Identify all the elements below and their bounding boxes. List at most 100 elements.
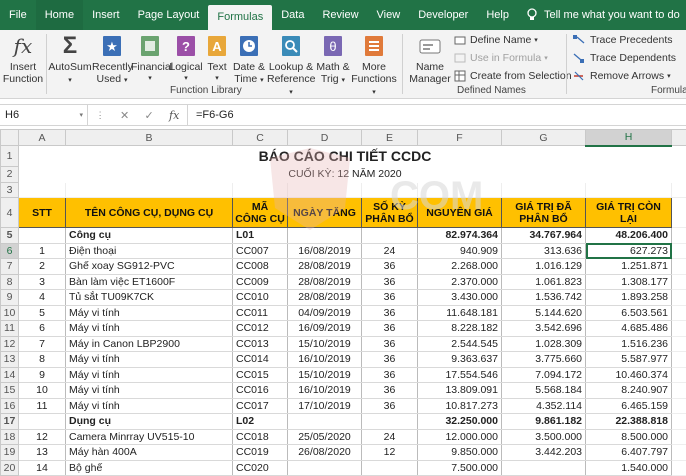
table-cell[interactable]: 16/09/2019 — [288, 321, 362, 337]
table-cell[interactable]: CC020 — [233, 460, 288, 476]
create-from-selection-button[interactable]: Create from Selection — [454, 68, 572, 84]
table-cell[interactable]: 82.974.364 — [418, 228, 502, 244]
table-cell[interactable]: 3.500.000 — [502, 429, 586, 445]
table-cell[interactable] — [502, 460, 586, 476]
trace-precedents-button[interactable]: Trace Precedents — [572, 32, 672, 48]
row-header-19[interactable]: 19 — [1, 445, 19, 461]
text-functions-button[interactable]: A Text ▾ — [203, 32, 231, 85]
row-header-13[interactable]: 13 — [1, 352, 19, 368]
autosum-button[interactable]: Σ AutoSum ▾ — [48, 32, 92, 87]
insert-function-icon[interactable]: fx — [169, 109, 179, 122]
empty-cell[interactable] — [672, 259, 686, 275]
table-cell[interactable]: Máy vi tính — [66, 398, 233, 414]
empty-cell[interactable] — [672, 429, 686, 445]
empty-cell[interactable] — [672, 367, 686, 383]
formula-input[interactable]: =F6-G6 — [196, 105, 234, 126]
table-cell[interactable]: Camera Minrray UV515-10 — [66, 429, 233, 445]
table-cell[interactable]: Máy vi tính — [66, 383, 233, 399]
empty-cell[interactable] — [672, 321, 686, 337]
empty-cell[interactable] — [672, 146, 686, 167]
row-header-15[interactable]: 15 — [1, 383, 19, 399]
table-cell[interactable]: 1.893.258 — [586, 290, 672, 306]
row-header-14[interactable]: 14 — [1, 367, 19, 383]
column-header-e[interactable]: E — [362, 130, 418, 146]
table-cell[interactable]: 9.861.182 — [502, 414, 586, 430]
table-cell[interactable]: 9.850.000 — [418, 445, 502, 461]
table-cell[interactable]: 313.636 — [502, 243, 586, 259]
empty-cell[interactable] — [288, 182, 362, 198]
table-cell[interactable]: 10.817.273 — [418, 398, 502, 414]
name-box[interactable]: H6▾ — [0, 105, 88, 126]
empty-cell[interactable] — [672, 336, 686, 352]
table-cell[interactable]: Máy vi tính — [66, 367, 233, 383]
row-header-3[interactable]: 3 — [1, 182, 19, 198]
table-cell[interactable]: 14 — [19, 460, 66, 476]
empty-cell[interactable] — [362, 182, 418, 198]
report-subtitle[interactable]: CUỐI KỲ: 12 NĂM 2020 — [19, 167, 672, 183]
table-cell[interactable]: 5.587.977 — [586, 352, 672, 368]
table-cell[interactable]: CC015 — [233, 367, 288, 383]
table-cell[interactable]: 1.540.000 — [586, 460, 672, 476]
table-header-cell[interactable]: STT — [19, 198, 66, 228]
table-cell[interactable]: 24 — [362, 429, 418, 445]
tab-formulas[interactable]: Formulas — [208, 5, 272, 30]
enter-icon[interactable]: ✓ — [145, 109, 154, 122]
table-cell[interactable]: Máy vi tính — [66, 352, 233, 368]
table-cell[interactable]: Máy vi tính — [66, 305, 233, 321]
row-header-17[interactable]: 17 — [1, 414, 19, 430]
table-cell[interactable]: Dụng cụ — [66, 414, 233, 430]
column-header-d[interactable]: D — [288, 130, 362, 146]
table-cell[interactable]: 36 — [362, 367, 418, 383]
select-all-corner[interactable] — [1, 130, 19, 146]
table-cell[interactable]: 3 — [19, 274, 66, 290]
table-cell[interactable]: 2.544.545 — [418, 336, 502, 352]
table-header-cell[interactable]: NGÀY TĂNG — [288, 198, 362, 228]
table-cell[interactable]: 16/10/2019 — [288, 352, 362, 368]
table-cell[interactable]: 1.516.236 — [586, 336, 672, 352]
empty-cell[interactable] — [233, 182, 288, 198]
table-cell[interactable]: CC018 — [233, 429, 288, 445]
row-header-20[interactable]: 20 — [1, 460, 19, 476]
table-cell[interactable]: Bộ ghế — [66, 460, 233, 476]
table-cell[interactable]: 6.465.159 — [586, 398, 672, 414]
row-header-2[interactable]: 2 — [1, 167, 19, 183]
table-cell[interactable]: 34.767.964 — [502, 228, 586, 244]
table-cell[interactable]: 25/05/2020 — [288, 429, 362, 445]
table-cell[interactable]: 36 — [362, 383, 418, 399]
table-cell[interactable]: Tủ sắt TU09K7CK — [66, 290, 233, 306]
row-header-7[interactable]: 7 — [1, 259, 19, 275]
table-cell[interactable]: 6.407.797 — [586, 445, 672, 461]
table-cell[interactable]: 1.536.742 — [502, 290, 586, 306]
table-cell[interactable]: Công cụ — [66, 228, 233, 244]
table-cell[interactable]: 1.061.823 — [502, 274, 586, 290]
table-cell[interactable]: 17/10/2019 — [288, 398, 362, 414]
row-header-16[interactable]: 16 — [1, 398, 19, 414]
table-cell[interactable]: 36 — [362, 305, 418, 321]
table-cell[interactable]: 15/10/2019 — [288, 367, 362, 383]
table-cell[interactable]: CC013 — [233, 336, 288, 352]
tab-file[interactable]: File — [0, 0, 36, 30]
date-time-button[interactable]: Date & Time ▾ — [231, 32, 267, 87]
table-cell[interactable]: 8.228.182 — [418, 321, 502, 337]
table-cell[interactable]: 32.250.000 — [418, 414, 502, 430]
tab-view[interactable]: View — [368, 0, 410, 30]
empty-cell[interactable] — [672, 383, 686, 399]
row-header-11[interactable]: 11 — [1, 321, 19, 337]
table-cell[interactable]: 1 — [19, 243, 66, 259]
financial-button[interactable]: Financial ▾ — [131, 32, 169, 85]
more-functions-button[interactable]: More Functions ▾ — [351, 32, 397, 99]
table-cell[interactable]: Máy in Canon LBP2900 — [66, 336, 233, 352]
table-cell[interactable]: 13 — [19, 445, 66, 461]
table-cell[interactable]: 36 — [362, 259, 418, 275]
table-header-cell[interactable]: GIÁ TRỊ CÒN LẠI — [586, 198, 672, 228]
table-cell[interactable]: 6.503.561 — [586, 305, 672, 321]
row-header-18[interactable]: 18 — [1, 429, 19, 445]
table-cell[interactable]: 24 — [362, 243, 418, 259]
column-header-h[interactable]: H — [586, 130, 672, 146]
table-cell[interactable]: 13.809.091 — [418, 383, 502, 399]
table-cell[interactable]: 2 — [19, 259, 66, 275]
table-cell[interactable]: 10.460.374 — [586, 367, 672, 383]
empty-cell[interactable] — [672, 274, 686, 290]
table-cell[interactable]: 12 — [19, 429, 66, 445]
table-cell[interactable]: 28/08/2019 — [288, 259, 362, 275]
